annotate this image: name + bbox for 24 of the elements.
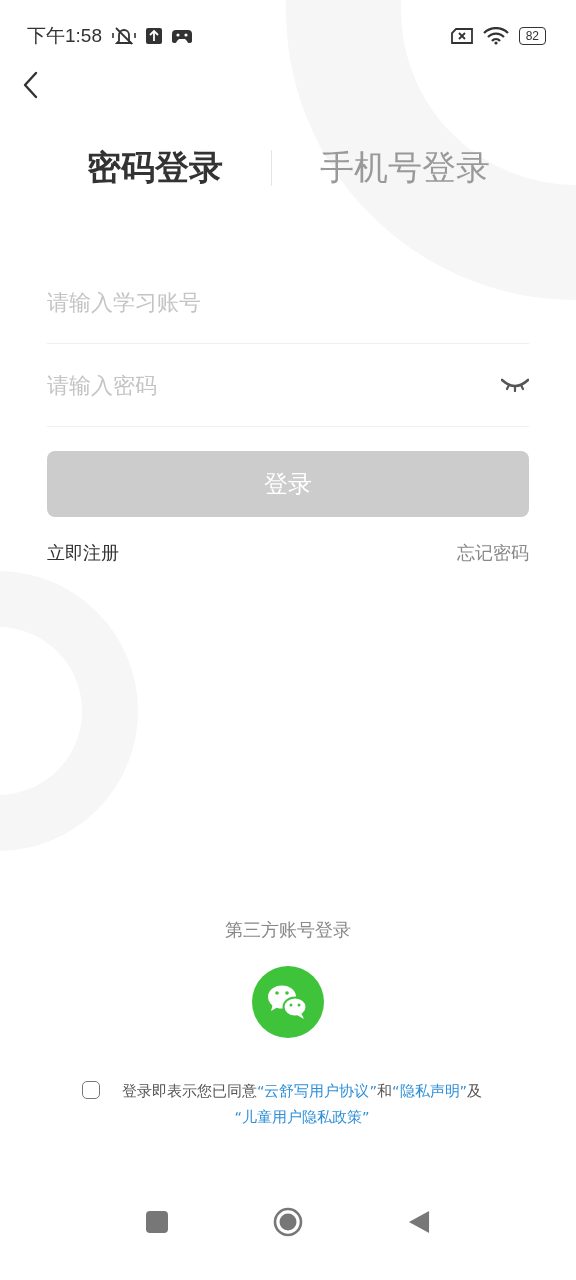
tab[interactable]: 密码登录 <box>86 145 223 191</box>
register-link[interactable]: 立即注册 <box>47 541 119 565</box>
agreement-link[interactable]: “儿童用户隐私政策” <box>234 1104 370 1130</box>
agreement-link[interactable]: “隐私声明” <box>392 1078 468 1104</box>
gamepad-icon <box>172 29 192 43</box>
agreement-text: 登录即表示您已同意“云舒写用户协议”和“隐私声明”及 “儿童用户隐私政策” <box>109 1078 495 1130</box>
back-icon[interactable] <box>22 71 38 99</box>
agreement-checkbox[interactable] <box>81 1081 100 1099</box>
home-icon[interactable] <box>273 1207 303 1237</box>
wifi-icon <box>482 27 509 45</box>
upload-icon <box>146 28 162 44</box>
wechat-icon[interactable] <box>252 966 324 1038</box>
recents-icon[interactable] <box>146 1211 168 1233</box>
account-field[interactable]: 请输入学习账号 <box>47 282 529 322</box>
password-field[interactable]: 请输入密码 <box>47 365 501 405</box>
no-sim-icon <box>450 28 473 44</box>
battery-level: 82 <box>525 29 539 43</box>
section-title: 第三方账号登录 <box>225 918 351 942</box>
tab[interactable]: 手机号登录 <box>319 145 490 191</box>
forgot-password-link[interactable]: 忘记密码 <box>457 541 529 565</box>
agreement-link[interactable]: “云舒写用户协议” <box>256 1078 377 1104</box>
muted-bell-icon <box>112 26 136 46</box>
closed-eye-icon[interactable] <box>501 378 529 392</box>
clock-time: 下午1:58 <box>27 24 102 48</box>
